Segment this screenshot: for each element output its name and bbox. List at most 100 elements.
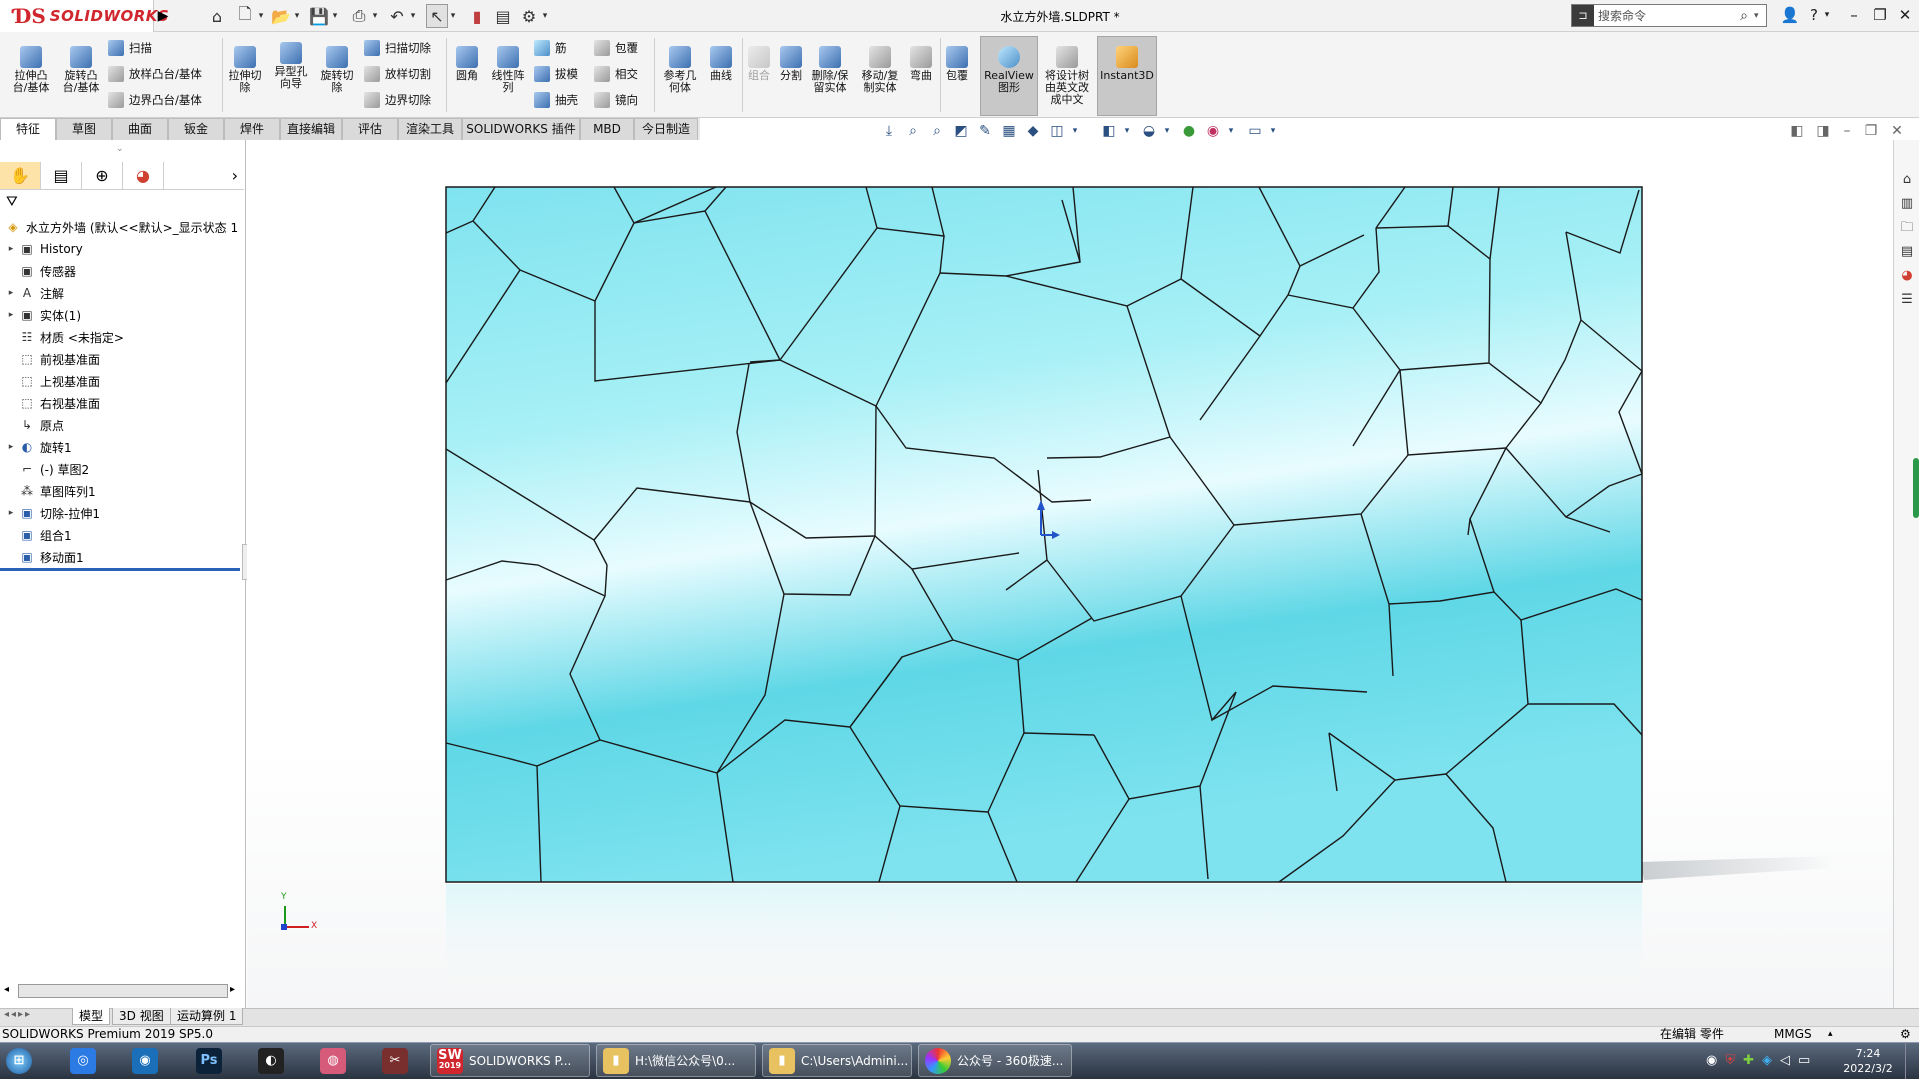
task-pane-scroll-indicator[interactable] <box>1913 458 1919 518</box>
pane-collapse-left-icon[interactable]: ◧ <box>1788 122 1806 140</box>
expand-arrow-icon[interactable]: ▸ <box>4 288 18 298</box>
more-tabs-arrow-icon[interactable]: › <box>164 162 244 189</box>
close-window-icon[interactable]: ✕ <box>1893 4 1917 26</box>
tray-shield-icon[interactable]: ◈ <box>1762 1053 1772 1068</box>
dynamic-annotation-icon[interactable]: ✎ <box>976 122 994 140</box>
display-monitor-icon[interactable]: ▭ <box>1246 122 1264 140</box>
combine-button[interactable]: 组合 <box>744 44 774 82</box>
taskbar-folder-2[interactable]: ▮ C:\Users\Admini... <box>762 1044 912 1077</box>
file-explorer-icon[interactable]: 🗀 <box>1897 218 1917 238</box>
open-dropdown-icon[interactable]: ▾ <box>292 4 302 28</box>
boundary-cut-button[interactable]: 边界切除 <box>364 90 431 110</box>
doc-close-icon[interactable]: ✕ <box>1888 122 1906 140</box>
panel-horizontal-scrollbar[interactable] <box>18 984 228 998</box>
fillet-button[interactable]: 圆角 <box>450 44 484 82</box>
custom-properties-icon[interactable]: ☰ <box>1897 290 1917 310</box>
tree-item-material[interactable]: ☷ 材质 <未指定> <box>18 326 124 348</box>
section-view-icon[interactable]: ◩ <box>952 122 970 140</box>
zoom-area-icon[interactable]: ⌕ <box>904 122 922 140</box>
rebuild-icon[interactable]: ▮ <box>466 4 488 28</box>
realview-dropdown-icon[interactable]: ▾ <box>1226 122 1236 140</box>
show-desktop-button[interactable] <box>1905 1042 1919 1079</box>
taskbar-app-1[interactable]: ◎ <box>70 1044 102 1077</box>
print-icon[interactable]: ⎙ <box>348 4 370 28</box>
monitor-dropdown-icon[interactable]: ▾ <box>1268 122 1278 140</box>
file-properties-icon[interactable]: ▤ <box>492 4 514 28</box>
appearances-scenes-icon[interactable]: ◕ <box>1897 266 1917 286</box>
tree-item-sensors[interactable]: ▣ 传感器 <box>18 260 76 282</box>
zoom-to-fit-icon[interactable]: ⤓ <box>880 122 898 140</box>
model-viewport[interactable] <box>247 140 1893 1008</box>
view-settings-icon[interactable]: ● <box>1180 122 1198 140</box>
scene-dropdown-icon[interactable]: ▾ <box>1162 122 1172 140</box>
search-icon[interactable]: ⌕ <box>1734 8 1754 24</box>
save-icon[interactable]: 💾 <box>308 4 330 28</box>
expand-arrow-icon[interactable]: ▸ <box>4 442 18 452</box>
search-dropdown-icon[interactable]: ▾ <box>1754 11 1766 21</box>
linear-pattern-button[interactable]: 线性阵 列 <box>486 44 530 94</box>
options-dropdown-icon[interactable]: ▾ <box>540 4 550 28</box>
feature-manager-tab-icon[interactable]: ✋ <box>0 162 41 189</box>
taskbar-browser[interactable]: 公众号 - 360极速... <box>918 1044 1072 1077</box>
intersect-button[interactable]: 相交 <box>594 64 638 84</box>
undo-icon[interactable]: ↶ <box>386 4 408 28</box>
tab-surfaces[interactable]: 曲面 <box>112 118 168 140</box>
realview-button[interactable]: RealView 图形 <box>982 44 1036 94</box>
loft-boss-button[interactable]: 放样凸台/基体 <box>108 64 202 84</box>
restore-window-icon[interactable]: ❐ <box>1868 4 1892 26</box>
curves-button[interactable]: 曲线 <box>704 44 738 82</box>
menu-expand-arrow-icon[interactable]: ▶ <box>156 4 170 28</box>
tray-network-icon[interactable]: ◉ <box>1706 1053 1717 1068</box>
extrude-boss-button[interactable]: 拉伸凸 台/基体 <box>8 44 54 94</box>
move-copy-body-button[interactable]: 移动/复 制实体 <box>856 44 904 94</box>
select-dropdown-icon[interactable]: ▾ <box>448 4 458 28</box>
tree-item-revolve1[interactable]: ▸ ◐ 旋转1 <box>4 436 72 458</box>
previous-view-icon[interactable]: ⌕ <box>928 122 946 140</box>
pane-collapse-right-icon[interactable]: ◨ <box>1814 122 1832 140</box>
tree-item-combine1[interactable]: ▣ 组合1 <box>18 524 71 546</box>
tab-mbd[interactable]: MBD <box>580 118 634 140</box>
tab-direct-editing[interactable]: 直接编辑 <box>280 118 342 140</box>
tab-model[interactable]: 模型 <box>72 1008 111 1025</box>
filter-icon[interactable]: ⛛ <box>6 194 18 210</box>
property-manager-tab-icon[interactable]: ▤ <box>41 162 82 189</box>
expand-arrow-icon[interactable]: ▸ <box>4 508 18 518</box>
display-manager-tab-icon[interactable]: ◕ <box>123 162 164 189</box>
tray-security-icon[interactable]: ⛨ <box>1725 1053 1735 1068</box>
taskbar-photoshop[interactable]: Ps <box>196 1044 228 1077</box>
open-icon[interactable]: 📂 <box>270 4 292 28</box>
options-gear-icon[interactable]: ⚙ <box>518 4 540 28</box>
system-clock[interactable]: 7:24 2022/3/2 <box>1840 1044 1896 1077</box>
hole-wizard-button[interactable]: 异型孔 向导 <box>268 40 314 90</box>
minimize-window-icon[interactable]: – <box>1842 4 1866 26</box>
tree-item-front-plane[interactable]: ⬚ 前视基准面 <box>18 348 100 370</box>
revolve-cut-button[interactable]: 旋转切 除 <box>316 44 358 94</box>
realview-toggle-icon[interactable]: ◉ <box>1204 122 1222 140</box>
tree-item-sketch2[interactable]: ⌐ (-) 草图2 <box>18 458 89 480</box>
tab-weldments[interactable]: 焊件 <box>224 118 280 140</box>
wrap-large-button[interactable]: 包覆 <box>942 44 972 82</box>
help-dropdown-icon[interactable]: ▾ <box>1820 4 1834 26</box>
tab-motion-study-1[interactable]: 运动算例 1 <box>170 1008 244 1025</box>
tree-item-annotations[interactable]: ▸ A 注解 <box>4 282 64 304</box>
user-account-icon[interactable]: 👤 <box>1778 4 1802 26</box>
design-library-icon[interactable]: ▥ <box>1897 194 1917 214</box>
new-document-icon[interactable]: 🗋 <box>234 4 256 28</box>
sweep-button[interactable]: 扫描 <box>108 38 152 58</box>
wrap-button[interactable]: 包覆 <box>594 38 638 58</box>
start-button[interactable]: ⊞ <box>6 1044 46 1077</box>
tree-item-right-plane[interactable]: ⬚ 右视基准面 <box>18 392 100 414</box>
appearance-dropdown-icon[interactable]: ▾ <box>1122 122 1132 140</box>
edit-appearance-icon[interactable]: ◧ <box>1100 122 1118 140</box>
split-button[interactable]: 分割 <box>776 44 806 82</box>
undo-dropdown-icon[interactable]: ▾ <box>408 4 418 28</box>
tab-3d-views[interactable]: 3D 视图 <box>112 1008 171 1025</box>
rollback-bar[interactable] <box>0 568 240 571</box>
select-pointer-icon[interactable]: ↖ <box>426 4 448 28</box>
hide-show-items-icon[interactable]: ◫ <box>1048 122 1066 140</box>
tree-item-sketch-pattern1[interactable]: ⁂ 草图阵列1 <box>18 480 96 502</box>
expand-arrow-icon[interactable]: ▸ <box>4 310 18 320</box>
doc-restore-icon[interactable]: ❐ <box>1862 122 1880 140</box>
apply-scene-icon[interactable]: ◒ <box>1140 122 1158 140</box>
draft-button[interactable]: 拔模 <box>534 64 578 84</box>
